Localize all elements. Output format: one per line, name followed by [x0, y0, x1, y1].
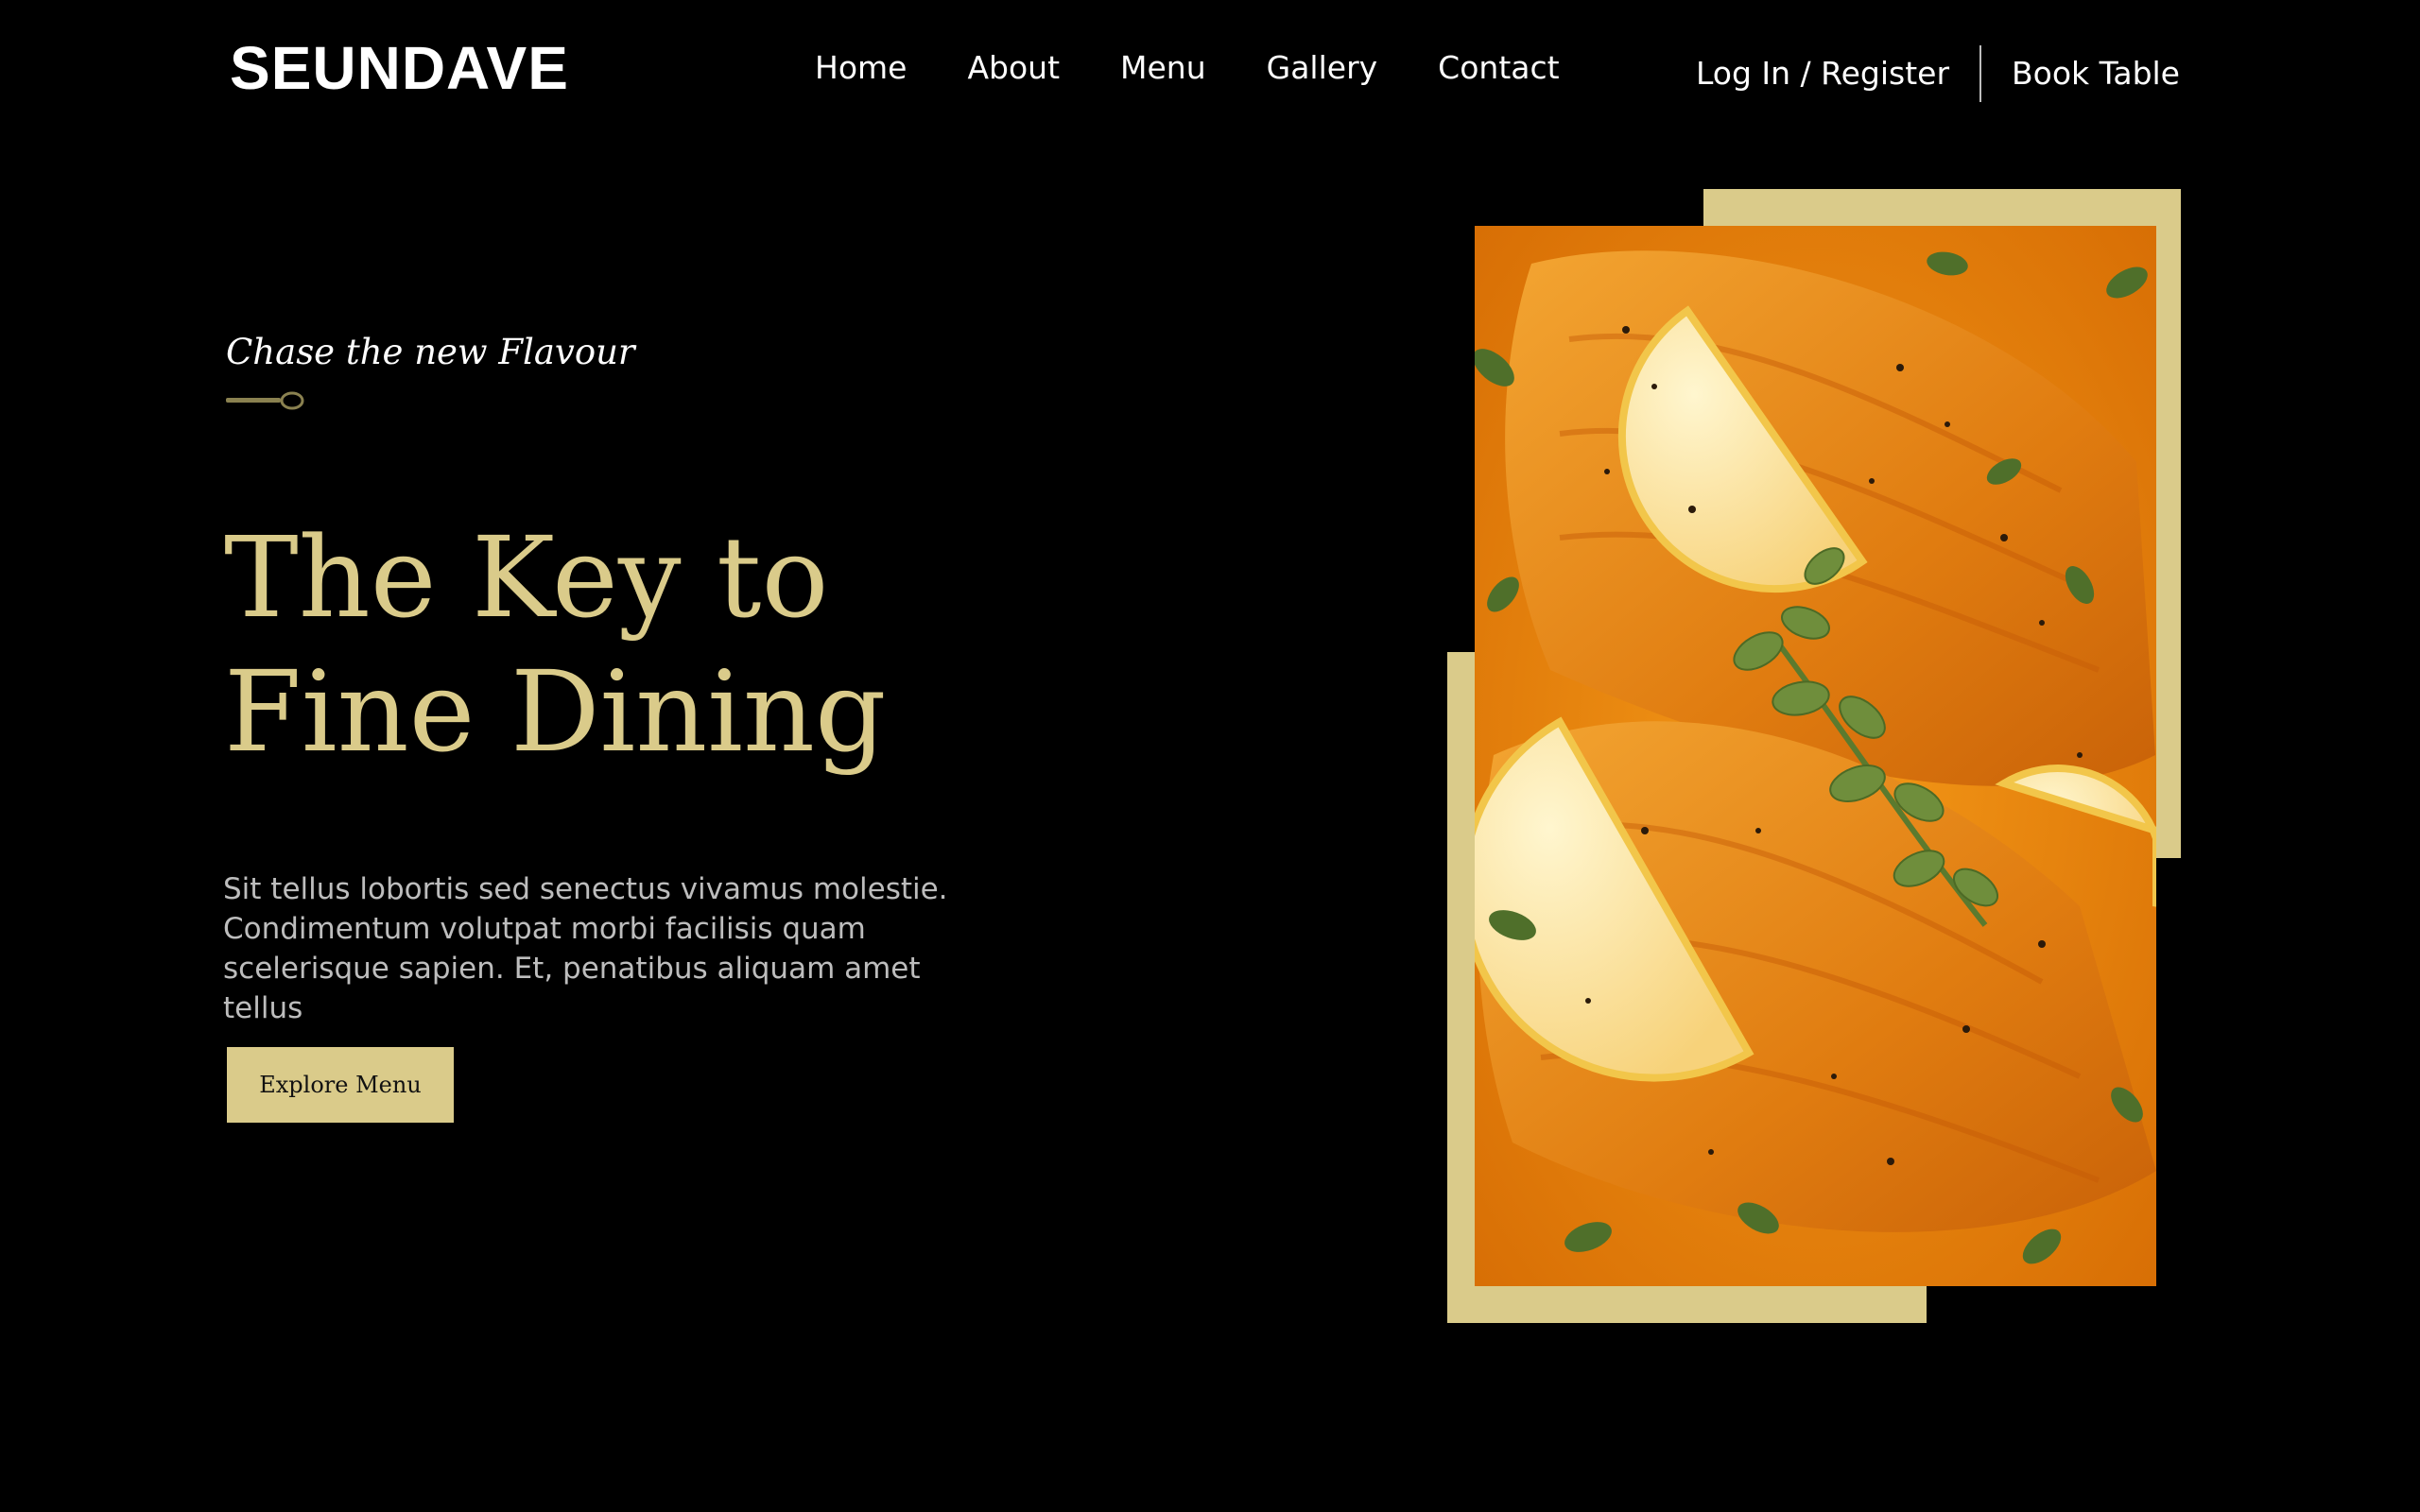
login-register-link[interactable]: Log In / Register [1696, 51, 1949, 96]
nav-item-home[interactable]: Home [815, 45, 907, 91]
hero-tagline: Chase the new Flavour [226, 332, 635, 372]
book-table-link[interactable]: Book Table [2012, 51, 2180, 96]
nav-item-contact[interactable]: Contact [1438, 45, 1559, 91]
header-actions: Log In / Register Book Table [1696, 45, 2180, 102]
brand-logo[interactable]: SEUNDAVE [230, 32, 569, 104]
spoon-icon [226, 391, 304, 410]
header-divider [1979, 45, 1982, 102]
nav-item-menu[interactable]: Menu [1120, 45, 1206, 91]
main-nav: Home About Menu Gallery Contact [815, 45, 1620, 91]
nav-item-about[interactable]: About [967, 45, 1060, 91]
hero-description: Sit tellus lobortis sed senectus vivamus… [223, 872, 948, 1025]
hero-headline: The Key to Fine Dining [224, 512, 887, 777]
hero-food-image [1475, 226, 2156, 1286]
explore-menu-button[interactable]: Explore Menu [227, 1047, 454, 1123]
salmon-dish-icon [1475, 226, 2156, 1286]
nav-item-gallery[interactable]: Gallery [1267, 45, 1378, 91]
